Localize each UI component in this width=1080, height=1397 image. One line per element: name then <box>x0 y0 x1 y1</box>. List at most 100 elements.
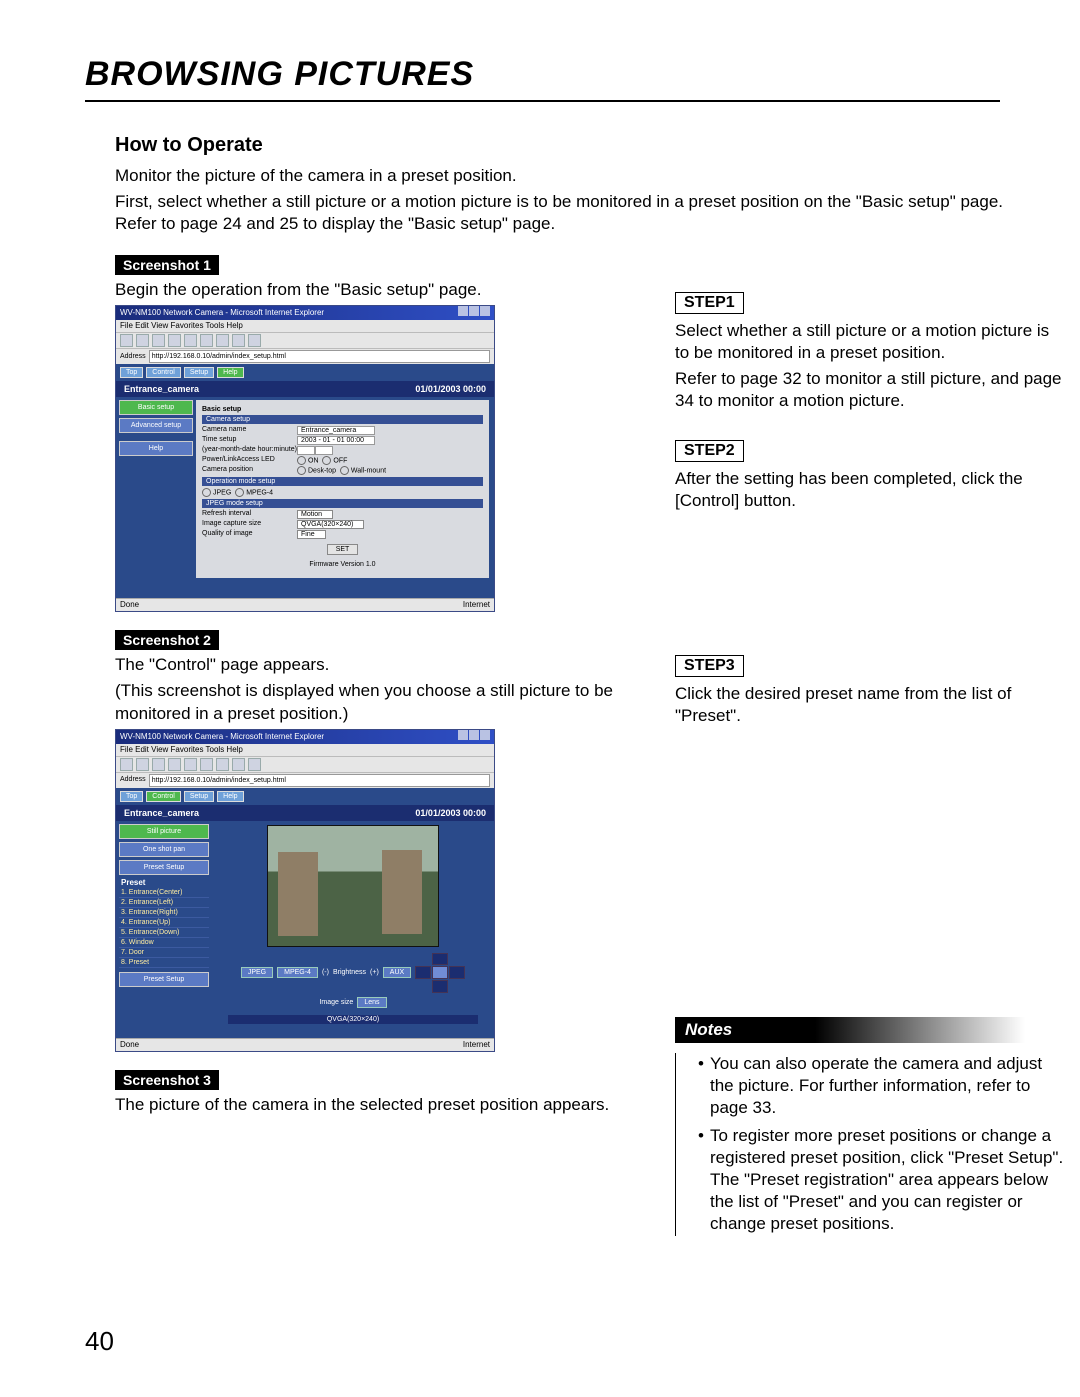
desk-radio[interactable] <box>297 466 306 475</box>
top-button[interactable]: Top <box>120 367 143 378</box>
led-off-text: OFF <box>333 458 347 465</box>
preset-item[interactable]: 5. Entrance(Down) <box>119 928 209 938</box>
setup-button[interactable]: Setup <box>184 367 214 378</box>
wall-radio[interactable] <box>340 466 349 475</box>
quality-select[interactable]: Fine <box>297 530 326 539</box>
bri-label: Brightness <box>333 969 366 976</box>
screenshot-3-label: Screenshot 3 <box>115 1070 219 1090</box>
time-format-label: (year-month-date hour:minute) <box>202 446 297 455</box>
time-setup-label: Time setup <box>202 436 297 445</box>
favorites-icon <box>216 334 229 347</box>
pan-tilt-cross[interactable] <box>415 953 465 993</box>
preset-item[interactable]: 2. Entrance(Left) <box>119 898 209 908</box>
window-title: WV-NM100 Network Camera - Microsoft Inte… <box>120 306 324 320</box>
step2-text: After the setting has been completed, cl… <box>675 468 1066 512</box>
mpeg-button[interactable]: MPEG-4 <box>277 967 318 978</box>
camera-banner: Entrance_camera 01/01/2003 00:00 <box>116 381 494 397</box>
screenshot-1-caption: Begin the operation from the "Basic setu… <box>115 279 635 301</box>
led-off-radio[interactable] <box>322 456 331 465</box>
sidebar-help[interactable]: Help <box>119 441 193 456</box>
control-button[interactable]: Control <box>146 367 181 378</box>
panel-title: Basic setup <box>202 406 483 413</box>
top-button-row: Top Control Setup Help <box>116 788 494 805</box>
step3-heading: STEP3 <box>675 655 744 677</box>
section-title: How to Operate <box>115 134 635 157</box>
lens-button[interactable]: Lens <box>357 997 386 1008</box>
window-control-icons <box>457 306 490 320</box>
bri-plus[interactable]: (+) <box>370 969 379 976</box>
status-bar: Done Internet <box>116 598 494 611</box>
step1-text-b: Refer to page 32 to monitor a still pict… <box>675 368 1066 412</box>
chapter-title: BROWSING PICTURES <box>85 55 1000 102</box>
sidebar-advanced-setup[interactable]: Advanced setup <box>119 418 193 433</box>
led-on-text: ON <box>308 458 319 465</box>
control-button[interactable]: Control <box>146 791 181 802</box>
jpeg-button[interactable]: JPEG <box>241 967 273 978</box>
back-icon <box>120 334 133 347</box>
jpeg-text: JPEG <box>213 490 231 497</box>
mpeg-radio[interactable] <box>235 488 244 497</box>
camera-name-input[interactable]: Entrance_camera <box>297 426 375 435</box>
menu-bar: File Edit View Favorites Tools Help <box>116 744 494 756</box>
preset-item[interactable]: 8. Preset <box>119 958 209 968</box>
sidebar-preset-setup[interactable]: Preset Setup <box>119 860 209 875</box>
led-on-radio[interactable] <box>297 456 306 465</box>
firmware-version: Firmware Version 1.0 <box>202 561 483 568</box>
sidebar-preset-setup-2[interactable]: Preset Setup <box>119 972 209 987</box>
screenshot-2-caption-b: (This screenshot is displayed when you c… <box>115 680 675 724</box>
url-field[interactable]: http://192.168.0.10/admin/index_setup.ht… <box>149 774 490 787</box>
refresh-select[interactable]: Motion <box>297 510 333 519</box>
screenshot-1: WV-NM100 Network Camera - Microsoft Inte… <box>115 305 495 612</box>
camera-banner: Entrance_camera 01/01/2003 00:00 <box>116 805 494 821</box>
jpeg-radio[interactable] <box>202 488 211 497</box>
sidebar-still-picture[interactable]: Still picture <box>119 824 209 839</box>
home-icon <box>184 334 197 347</box>
top-button[interactable]: Top <box>120 791 143 802</box>
camera-image <box>267 825 439 947</box>
intro-line-1: Monitor the picture of the camera in a p… <box>115 165 635 187</box>
page-number: 40 <box>85 1326 114 1357</box>
address-label: Address <box>120 775 146 785</box>
note-item: To register more preset positions or cha… <box>698 1125 1066 1235</box>
preset-item[interactable]: 6. Window <box>119 938 209 948</box>
time-setup-input[interactable]: 2003 - 01 - 01 00:00 <box>297 436 375 445</box>
screenshot-3-caption: The picture of the camera in the selecte… <box>115 1094 655 1116</box>
center-icon <box>432 966 448 979</box>
image-size-label: Image size <box>319 999 353 1006</box>
screenshot-2: WV-NM100 Network Camera - Microsoft Inte… <box>115 729 495 1052</box>
setup-button[interactable]: Setup <box>184 791 214 802</box>
preset-item[interactable]: 3. Entrance(Right) <box>119 908 209 918</box>
address-bar: Address http://192.168.0.10/admin/index_… <box>116 772 494 788</box>
status-left: Done <box>120 1040 139 1050</box>
preset-item[interactable]: 4. Entrance(Up) <box>119 918 209 928</box>
help-button[interactable]: Help <box>217 367 243 378</box>
refresh-label: Refresh interval <box>202 510 297 519</box>
size-select[interactable]: QVGA(320×240) <box>297 520 364 529</box>
panel-header-camera: Camera setup <box>202 415 483 424</box>
mpeg-text: MPEG-4 <box>246 490 273 497</box>
sidebar-one-shot-pan[interactable]: One shot pan <box>119 842 209 857</box>
notes-body: You can also operate the camera and adju… <box>675 1053 1066 1236</box>
bri-minus[interactable]: (-) <box>322 969 329 976</box>
time-hour[interactable] <box>297 446 315 455</box>
forward-icon <box>136 334 149 347</box>
step3-text: Click the desired preset name from the l… <box>675 683 1066 727</box>
screenshot-2-caption-a: The "Control" page appears. <box>115 654 635 676</box>
status-right: Internet <box>463 1040 490 1050</box>
window-control-icons <box>457 730 490 744</box>
step2-heading: STEP2 <box>675 440 744 462</box>
desk-text: Desk-top <box>308 468 336 475</box>
help-button[interactable]: Help <box>217 791 243 802</box>
aux-button[interactable]: AUX <box>383 967 411 978</box>
preset-item[interactable]: 1. Entrance(Center) <box>119 888 209 898</box>
url-field[interactable]: http://192.168.0.10/admin/index_setup.ht… <box>149 350 490 363</box>
window-titlebar: WV-NM100 Network Camera - Microsoft Inte… <box>116 730 494 744</box>
step1-heading: STEP1 <box>675 292 744 314</box>
preset-item[interactable]: 7. Door <box>119 948 209 958</box>
quality-label: Quality of image <box>202 530 297 539</box>
time-min[interactable] <box>315 446 333 455</box>
sidebar-basic-setup[interactable]: Basic setup <box>119 400 193 415</box>
tilt-up-icon <box>432 953 448 966</box>
set-button[interactable]: SET <box>327 544 359 555</box>
pan-left-icon <box>415 966 431 979</box>
